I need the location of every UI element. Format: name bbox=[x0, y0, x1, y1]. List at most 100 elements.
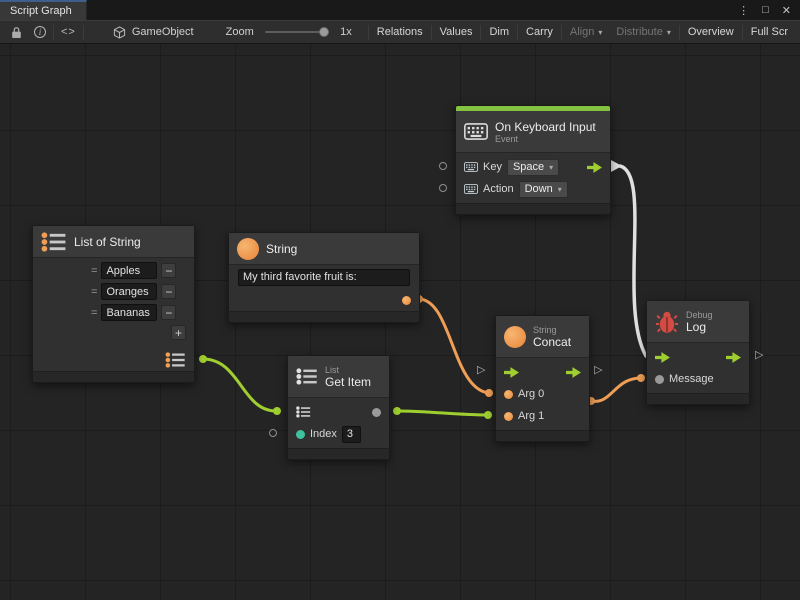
node-title: On Keyboard Input bbox=[495, 120, 596, 134]
concat-flow-in-stub-icon[interactable]: ▷ bbox=[477, 365, 485, 376]
node-on-keyboard-input[interactable]: On Keyboard Input Event Key Space▾ Actio… bbox=[455, 105, 611, 215]
flow-output-icon[interactable] bbox=[566, 367, 581, 378]
node-debug-log[interactable]: Debug Log Message bbox=[646, 300, 750, 405]
node-get-item[interactable]: List Get Item Index bbox=[287, 355, 390, 460]
node-footer bbox=[456, 203, 610, 214]
port-dot[interactable] bbox=[637, 374, 645, 382]
node-title: Log bbox=[686, 320, 713, 334]
lock-icon[interactable] bbox=[5, 21, 28, 43]
graph-canvas[interactable]: ▷ ▷ ▷ On Keyboard Input Event Key Space▾ bbox=[0, 44, 800, 600]
wire-string-to-concat[interactable] bbox=[419, 299, 489, 393]
port-dot[interactable] bbox=[484, 411, 492, 419]
node-footer bbox=[496, 430, 589, 441]
carry-button[interactable]: Carry bbox=[519, 21, 560, 43]
node-concat[interactable]: String Concat Arg 0 Arg 1 bbox=[495, 315, 590, 442]
list-item-input[interactable] bbox=[101, 262, 157, 279]
message-input-port[interactable] bbox=[655, 375, 664, 384]
keyboard-action-input-port[interactable] bbox=[439, 184, 447, 192]
toolbar-separator bbox=[517, 25, 518, 40]
item-output-port[interactable] bbox=[372, 408, 381, 417]
list-item-row: = − bbox=[33, 302, 194, 323]
wire-list-to-getitem[interactable] bbox=[203, 359, 276, 411]
wire-keyboard-to-log[interactable] bbox=[620, 166, 646, 356]
keyboard-icon bbox=[464, 184, 478, 194]
chevron-down-icon: ▾ bbox=[598, 28, 602, 37]
key-dropdown[interactable]: Space▾ bbox=[507, 159, 559, 176]
close-icon[interactable]: ✕ bbox=[782, 4, 791, 17]
index-input[interactable] bbox=[342, 426, 361, 443]
distribute-dropdown: Distribute▾ bbox=[609, 21, 677, 43]
tab-script-graph[interactable]: Script Graph bbox=[0, 0, 87, 20]
index-input-port[interactable] bbox=[296, 430, 305, 439]
list-item-input[interactable] bbox=[101, 283, 157, 300]
node-title: List of String bbox=[74, 235, 141, 249]
arg1-input-port[interactable] bbox=[504, 412, 513, 421]
string-type-icon bbox=[504, 326, 526, 348]
toolbar-separator bbox=[561, 25, 562, 40]
add-item-button[interactable]: + bbox=[171, 325, 186, 340]
remove-item-button[interactable]: − bbox=[161, 284, 176, 299]
dim-button[interactable]: Dim bbox=[482, 21, 516, 43]
node-title: Get Item bbox=[325, 375, 371, 389]
remove-item-button[interactable]: − bbox=[161, 305, 176, 320]
wire-concat-to-log[interactable] bbox=[591, 378, 641, 401]
node-subtitle: Event bbox=[495, 134, 596, 144]
flow-input-icon[interactable] bbox=[504, 367, 519, 378]
getitem-index-input-port[interactable] bbox=[269, 429, 277, 437]
string-type-icon bbox=[237, 238, 259, 260]
item-handle-icon: = bbox=[91, 307, 97, 319]
string-output-port[interactable] bbox=[402, 296, 411, 305]
overview-button[interactable]: Overview bbox=[681, 21, 741, 43]
concat-flow-out-stub-icon[interactable]: ▷ bbox=[594, 365, 602, 376]
port-dot[interactable] bbox=[485, 389, 493, 397]
chevron-down-icon: ▾ bbox=[549, 163, 553, 172]
window-titlebar: Script Graph ⋮ □ ✕ bbox=[0, 0, 800, 20]
arg0-input-port[interactable] bbox=[504, 390, 513, 399]
info-icon[interactable]: i bbox=[28, 21, 52, 43]
string-value-input[interactable] bbox=[238, 269, 410, 286]
unity-cube-icon bbox=[113, 26, 126, 39]
list-output-port-icon[interactable] bbox=[165, 352, 186, 368]
zoom-slider-handle[interactable] bbox=[319, 27, 329, 37]
toolbar-separator bbox=[480, 25, 481, 40]
window-menu-icon[interactable]: ⋮ bbox=[738, 4, 749, 17]
item-handle-icon: = bbox=[91, 286, 97, 298]
port-dot[interactable] bbox=[273, 407, 281, 415]
node-footer bbox=[229, 311, 419, 322]
gameobject-selector[interactable]: GameObject bbox=[107, 21, 200, 43]
flow-output-icon[interactable] bbox=[587, 162, 602, 173]
relations-button[interactable]: Relations bbox=[370, 21, 430, 43]
flow-output-icon[interactable] bbox=[726, 352, 741, 363]
remove-item-button[interactable]: − bbox=[161, 263, 176, 278]
toolbar-separator bbox=[431, 25, 432, 40]
node-footer bbox=[33, 371, 194, 382]
tab-title: Script Graph bbox=[10, 5, 72, 17]
fullscreen-button[interactable]: Full Scr bbox=[744, 21, 795, 43]
flow-input-icon[interactable] bbox=[655, 352, 670, 363]
item-handle-icon: = bbox=[91, 265, 97, 277]
keyboard-key-input-port[interactable] bbox=[439, 162, 447, 170]
list-icon bbox=[41, 232, 67, 252]
port-dot[interactable] bbox=[393, 407, 401, 415]
index-port-label: Index bbox=[310, 428, 337, 440]
gameobject-label: GameObject bbox=[132, 26, 194, 38]
chevron-down-icon: ▾ bbox=[667, 28, 671, 37]
values-button[interactable]: Values bbox=[433, 21, 480, 43]
list-item-row: = − bbox=[33, 281, 194, 302]
port-dot[interactable] bbox=[199, 355, 207, 363]
list-item-input[interactable] bbox=[101, 304, 157, 321]
log-flow-out-stub-icon[interactable]: ▷ bbox=[755, 350, 763, 361]
node-string-literal[interactable]: String bbox=[228, 232, 420, 323]
code-icon[interactable]: <> bbox=[55, 21, 82, 43]
node-list-of-string[interactable]: List of String = − = − = − + bbox=[32, 225, 195, 383]
action-port-label: Action bbox=[483, 183, 514, 195]
maximize-icon[interactable]: □ bbox=[762, 4, 769, 16]
toolbar-separator bbox=[53, 25, 54, 40]
action-dropdown[interactable]: Down▾ bbox=[519, 181, 568, 198]
bug-icon bbox=[655, 310, 679, 334]
list-input-port-icon[interactable] bbox=[296, 406, 311, 418]
toolbar-separator bbox=[83, 25, 84, 40]
wire-getitem-to-concat[interactable] bbox=[397, 411, 487, 415]
key-port-label: Key bbox=[483, 161, 502, 173]
zoom-slider[interactable] bbox=[265, 31, 329, 33]
